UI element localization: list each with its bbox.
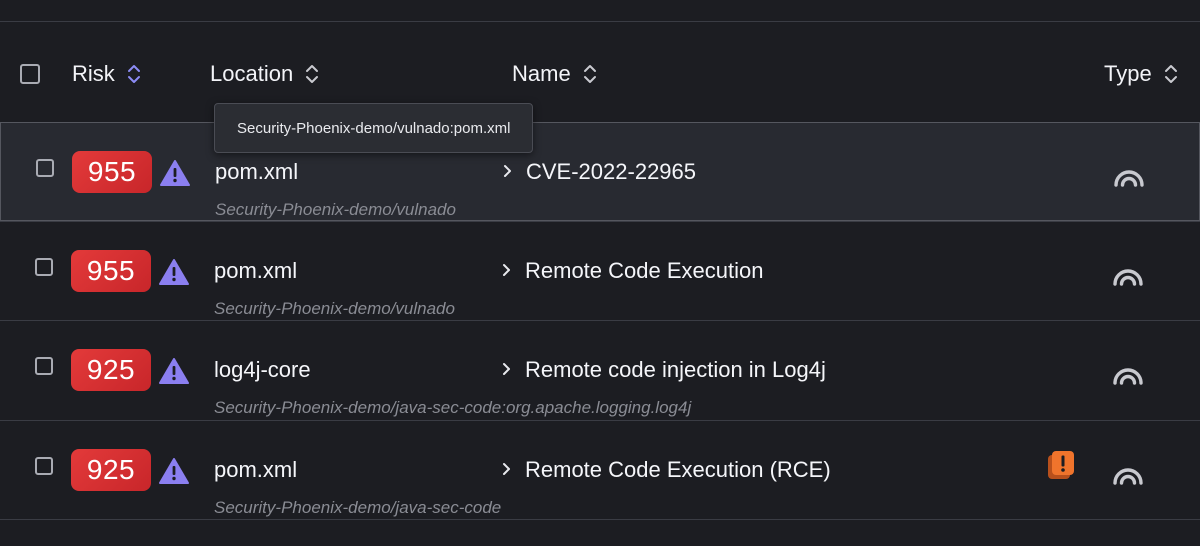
vulnerability-name[interactable]: Remote code injection in Log4j [525, 357, 826, 383]
vulnerability-name[interactable]: CVE-2022-22965 [526, 159, 696, 185]
warning-triangle-icon [160, 160, 190, 186]
column-header-location[interactable]: Location [210, 61, 319, 87]
column-label-type: Type [1104, 61, 1152, 86]
table-row[interactable]: 955 pom.xml Security-Phoenix-demo/vulnad… [0, 122, 1200, 221]
column-header-risk[interactable]: Risk [72, 61, 141, 87]
row-checkbox[interactable] [35, 457, 53, 475]
sort-icon[interactable] [1164, 64, 1178, 84]
warning-triangle-icon [159, 358, 189, 384]
risk-score-badge: 925 [71, 349, 151, 391]
table-row[interactable]: 955 pom.xml Security-Phoenix-demo/vulnad… [0, 221, 1200, 319]
chevron-right-icon[interactable] [502, 461, 512, 477]
risk-score-badge: 955 [72, 151, 152, 193]
column-label-name: Name [512, 61, 571, 86]
table-row[interactable]: 925 log4j-core Security-Phoenix-demo/jav… [0, 320, 1200, 418]
location-path: Security-Phoenix-demo/vulnado [215, 200, 456, 219]
signal-arc-icon [1113, 468, 1143, 485]
chevron-right-icon[interactable] [503, 163, 513, 179]
select-all-checkbox[interactable] [20, 64, 40, 84]
row-checkbox[interactable] [35, 258, 53, 276]
alert-square-icon[interactable] [1044, 449, 1076, 483]
column-label-risk: Risk [72, 61, 115, 86]
sort-icon[interactable] [305, 64, 319, 84]
signal-arc-icon [1114, 170, 1144, 187]
column-header-name[interactable]: Name [512, 61, 597, 87]
sort-icon-active[interactable] [127, 64, 141, 84]
location-name[interactable]: pom.xml [214, 258, 297, 284]
location-name[interactable]: pom.xml [215, 159, 298, 185]
location-name[interactable]: pom.xml [214, 457, 297, 483]
risk-score-badge: 955 [71, 250, 151, 292]
bottom-divider [0, 519, 1200, 520]
findings-table: Risk Location Name Type 955 pom.xml Secu… [0, 0, 1200, 546]
location-path: Security-Phoenix-demo/java-sec-code:org.… [214, 398, 692, 417]
signal-arc-icon [1113, 269, 1143, 286]
warning-triangle-icon [159, 259, 189, 285]
chevron-right-icon[interactable] [502, 361, 512, 377]
location-path: Security-Phoenix-demo/vulnado [214, 299, 455, 318]
signal-arc-icon [1113, 368, 1143, 385]
column-label-location: Location [210, 61, 294, 86]
table-header: Risk Location Name Type [0, 22, 1200, 122]
row-checkbox[interactable] [35, 357, 53, 375]
chevron-right-icon[interactable] [502, 262, 512, 278]
location-name[interactable]: log4j-core [214, 357, 311, 383]
sort-icon[interactable] [583, 64, 597, 84]
location-tooltip: Security-Phoenix-demo/vulnado:pom.xml [214, 103, 534, 153]
vulnerability-name[interactable]: Remote Code Execution [525, 258, 763, 284]
location-path: Security-Phoenix-demo/java-sec-code [214, 498, 502, 517]
vulnerability-name[interactable]: Remote Code Execution (RCE) [525, 457, 831, 483]
table-row[interactable]: 925 pom.xml Security-Phoenix-demo/java-s… [0, 420, 1200, 518]
risk-score-badge: 925 [71, 449, 151, 491]
column-header-type[interactable]: Type [1104, 61, 1178, 87]
row-checkbox[interactable] [36, 159, 54, 177]
warning-triangle-icon [159, 458, 189, 484]
